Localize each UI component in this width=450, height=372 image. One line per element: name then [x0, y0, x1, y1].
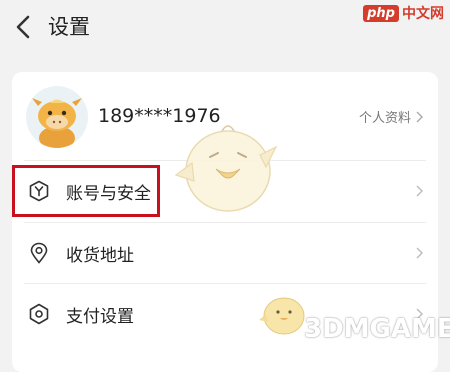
mascot-watermark-icon [174, 125, 278, 212]
watermark-php: php [363, 4, 399, 22]
chevron-right-icon [416, 185, 423, 197]
personal-info-link[interactable]: 个人资料 [359, 107, 424, 126]
chevron-right-icon [416, 247, 423, 259]
watermark-3dmgame: 3DMGAME [304, 314, 450, 344]
php-watermark: php 中文网 [363, 4, 444, 22]
menu-item-label: 支付设置 [66, 306, 134, 327]
mascot-logo-icon [259, 297, 305, 335]
watermark-site: 中文网 [402, 6, 444, 22]
page-title: 设置 [48, 15, 90, 39]
payment-gear-icon [29, 303, 49, 325]
menu-item-label: 收货地址 [66, 245, 134, 266]
menu-item-shipping-address[interactable]: 收货地址 [12, 223, 438, 283]
personal-info-label: 个人资料 [358, 111, 411, 126]
highlight-frame [12, 165, 160, 217]
chevron-right-icon [416, 111, 423, 122]
back-arrow-icon[interactable] [12, 12, 36, 42]
location-pin-icon [30, 242, 48, 264]
cow-avatar-icon [26, 86, 88, 148]
avatar[interactable] [26, 86, 88, 148]
top-bar: 设置 php 中文网 [0, 0, 450, 56]
